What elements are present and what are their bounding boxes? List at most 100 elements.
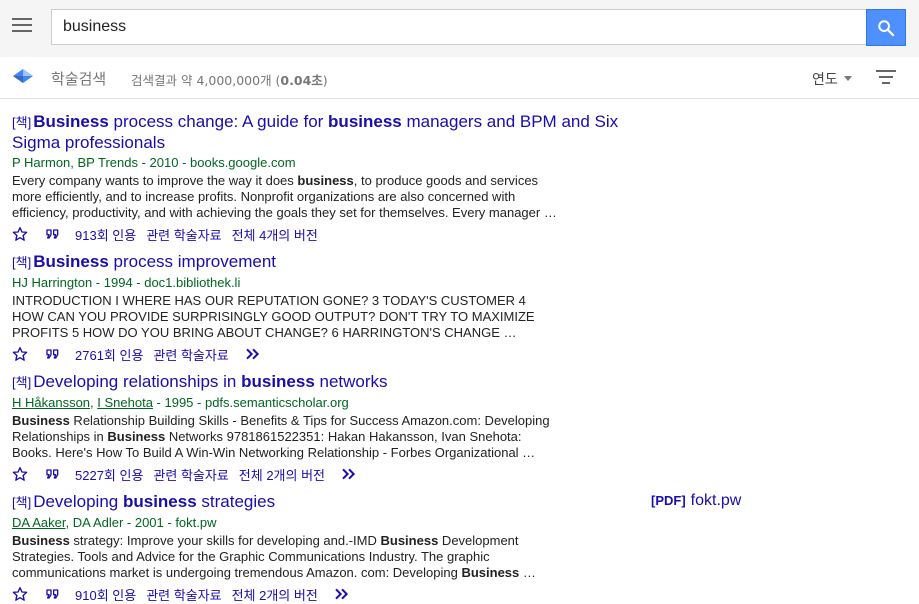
author-link[interactable]: DA Aaker <box>12 515 65 530</box>
pdf-side-link[interactable]: [PDF] fokt.pw <box>651 492 741 510</box>
search-button[interactable] <box>866 9 906 46</box>
result-title-link[interactable]: Sigma professionals <box>12 133 165 152</box>
snippet-bold: Business <box>12 533 70 548</box>
snippet-bold: Business <box>12 413 70 428</box>
snippet-bold: Business <box>380 533 439 548</box>
related-articles-link[interactable]: 관련 학술자료 <box>153 345 228 364</box>
snippet-text: INTRODUCTION I WHERE HAS OUR REPUTATION … <box>12 293 526 308</box>
cite-button[interactable] <box>45 586 61 602</box>
scholar-logo-icon[interactable] <box>12 67 34 87</box>
result-type-tag: [책] <box>12 495 32 510</box>
caret-down-icon <box>843 75 852 81</box>
related-articles-link[interactable]: 관련 학술자료 <box>146 585 221 604</box>
cite-button[interactable] <box>45 466 61 482</box>
snippet-line: Business strategy: Improve your skills f… <box>12 533 560 549</box>
author-link[interactable]: I Snehota <box>97 395 153 410</box>
save-star-icon[interactable] <box>12 466 28 482</box>
snippet-line: Books. Here's How To Build A Win-Win Net… <box>12 445 560 461</box>
cited-by-link[interactable]: 2761회 인용 <box>75 345 143 364</box>
result-title-link[interactable]: Developing business strategies <box>33 492 275 511</box>
all-versions-link[interactable]: 전체 2개의 버전 <box>239 465 325 484</box>
search-box[interactable] <box>51 9 866 45</box>
snippet-line: Business Relationship Building Skills - … <box>12 413 560 429</box>
title-text-bold: Business <box>33 252 109 271</box>
title-text: Sigma professionals <box>12 133 166 152</box>
snippet-line: efficiency, productivity, and with achie… <box>12 205 560 221</box>
snippet-text: , to produce goods and services <box>353 173 539 188</box>
title-text: Developing <box>33 492 123 511</box>
menu-icon[interactable] <box>12 18 32 34</box>
all-versions-link[interactable]: 전체 4개의 버전 <box>232 225 318 244</box>
author-link[interactable]: H Håkansson <box>12 395 90 410</box>
year-filter-dropdown[interactable]: 연도 <box>812 69 852 89</box>
result-snippet: INTRODUCTION I WHERE HAS OUR REPUTATION … <box>12 293 560 341</box>
result-count: 검색결과 약 4,000,000개 (0.04초) <box>131 73 328 88</box>
result-type-tag: [책] <box>12 115 32 130</box>
save-button[interactable] <box>12 346 28 362</box>
snippet-text: communications market is undergoing trem… <box>12 565 462 580</box>
cited-by-link[interactable]: 913회 인용 <box>75 225 136 244</box>
result-type-tag: [책] <box>12 255 32 270</box>
more-chevrons-icon[interactable] <box>341 467 357 481</box>
related-articles-link[interactable]: 관련 학술자료 <box>153 465 228 484</box>
snippet-bold: Business <box>107 429 166 444</box>
title-text: process improvement <box>108 252 277 271</box>
title-text-bold: Business <box>33 112 109 131</box>
search-result: [책] Developing business strategies DA Aake… <box>12 492 652 604</box>
save-star-icon[interactable] <box>12 586 28 602</box>
cite-quote-icon[interactable] <box>45 466 61 482</box>
top-bar <box>0 0 919 57</box>
snippet-line: more efficiently, and to increase profit… <box>12 189 560 205</box>
snippet-line: Relationships in Business Networks 97818… <box>12 429 560 445</box>
snippet-text: Every company wants to improve the way i… <box>12 173 298 188</box>
search-input[interactable] <box>61 17 845 37</box>
title-text-bold: business <box>241 372 315 391</box>
snippet-bold: Business <box>461 565 520 580</box>
snippet-line: PROFITS 5 HOW DO YOU BRING ABOUT CHANGE?… <box>12 325 560 341</box>
result-title: [책] Business process improvement <box>12 252 652 273</box>
snippet-line: Every company wants to improve the way i… <box>12 173 560 189</box>
related-articles-link[interactable]: 관련 학술자료 <box>146 225 221 244</box>
cited-by-link[interactable]: 910회 인용 <box>75 585 136 604</box>
title-text: managers and BPM and Six <box>401 112 619 131</box>
result-snippet: Business Relationship Building Skills - … <box>12 413 560 461</box>
scholar-brand[interactable]: 학술검색 <box>51 68 106 89</box>
snippet-text: Relationships in <box>12 429 108 444</box>
cite-button[interactable] <box>45 226 61 242</box>
all-versions-link[interactable]: 전체 2개의 버전 <box>232 585 318 604</box>
snippet-text: strategy: Improve your skills for develo… <box>69 533 381 548</box>
cite-button[interactable] <box>45 346 61 362</box>
snippet-text: Books. Here's How To Build A Win-Win Net… <box>12 445 536 460</box>
result-title-link[interactable]: Business process improvement <box>33 252 276 271</box>
title-text-bold: business <box>328 112 402 131</box>
result-title-link[interactable]: Business process change: A guide for bus… <box>33 112 618 131</box>
result-title-link[interactable]: Developing relationships in business net… <box>33 372 387 391</box>
more-button[interactable] <box>245 347 261 361</box>
more-button[interactable] <box>341 467 357 481</box>
cite-quote-icon[interactable] <box>45 586 61 602</box>
title-text: networks <box>314 372 388 391</box>
author-text: - 2010 - books.google.com <box>137 155 296 170</box>
result-actions: 913회 인용 관련 학술자료 전체 4개의 버전 <box>12 224 652 244</box>
author-text: , DA Adler - 2001 - fokt.pw <box>65 515 217 530</box>
save-star-icon[interactable] <box>12 346 28 362</box>
result-authors: HJ Harrington - 1994 - doc1.bibliothek.l… <box>12 274 652 292</box>
save-button[interactable] <box>12 226 28 242</box>
result-authors: DA Aaker, DA Adler - 2001 - fokt.pw <box>12 514 652 532</box>
save-button[interactable] <box>12 586 28 602</box>
more-button[interactable] <box>334 587 350 601</box>
pdf-tag: [PDF] <box>651 493 686 508</box>
cited-by-link[interactable]: 5227회 인용 <box>75 465 143 484</box>
snippet-text: Strategies. Tools and Advice for the Gra… <box>12 549 490 564</box>
cite-quote-icon[interactable] <box>45 346 61 362</box>
snippet-line: HOW CAN YOU PROVIDE SURPRISINGLY GOOD OU… <box>12 309 560 325</box>
save-star-icon[interactable] <box>12 226 28 242</box>
save-button[interactable] <box>12 466 28 482</box>
cite-quote-icon[interactable] <box>45 226 61 242</box>
snippet-text: efficiency, productivity, and with achie… <box>12 205 557 220</box>
more-chevrons-icon[interactable] <box>245 347 261 361</box>
more-chevrons-icon[interactable] <box>334 587 350 601</box>
snippet-text: Relationship Building Skills - Benefits … <box>69 413 550 428</box>
snippet-text: Networks 9781861522351: Hakan Hakansson,… <box>165 429 522 444</box>
filter-icon[interactable] <box>876 69 896 85</box>
